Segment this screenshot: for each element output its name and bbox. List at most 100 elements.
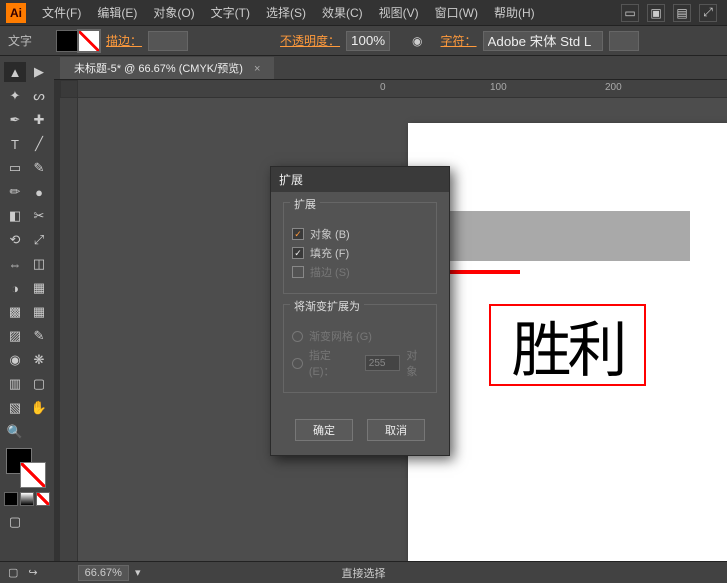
menu-file[interactable]: 文件(F) <box>34 0 89 25</box>
magic-wand-tool[interactable]: ✦ <box>4 86 26 106</box>
screen-mode-icon[interactable]: ▢ <box>4 512 26 532</box>
background-color[interactable] <box>20 462 46 488</box>
ruler-mark: 200 <box>605 82 622 93</box>
draw-behind-icon[interactable] <box>20 492 34 506</box>
workspace-icon-3[interactable]: ▤ <box>673 4 691 22</box>
document-tab[interactable]: 未标题-5* @ 66.67% (CMYK/预览) × <box>60 57 274 79</box>
stroke-swatch[interactable] <box>78 30 100 52</box>
direct-selection-tool[interactable]: ▶ <box>28 62 50 82</box>
zoom-level[interactable]: 66.67% <box>78 565 129 581</box>
dialog-title: 扩展 <box>271 167 449 192</box>
tab-close-icon[interactable]: × <box>254 63 260 75</box>
selection-tool[interactable]: ▲ <box>4 62 26 82</box>
gray-rectangle-object[interactable] <box>430 211 690 261</box>
font-style-input[interactable] <box>609 31 639 51</box>
shape-builder-tool[interactable]: ◑ <box>4 278 26 298</box>
workspace-icon-1[interactable]: ▭ <box>621 4 639 22</box>
specify-count-input: 255 <box>365 355 401 371</box>
font-family-input[interactable] <box>483 31 603 51</box>
checkbox-object[interactable] <box>292 228 304 240</box>
options-bar: 文字 描边： 不透明度： ◉ 字符： <box>0 26 727 56</box>
slice-tool[interactable]: ▧ <box>4 398 26 418</box>
perspective-grid-tool[interactable]: ▩ <box>4 302 26 322</box>
symbol-sprayer-tool[interactable]: ❋ <box>28 350 50 370</box>
menu-help[interactable]: 帮助(H) <box>486 0 543 25</box>
zoom-tool[interactable]: 🔍 <box>4 422 26 442</box>
live-paint-tool[interactable]: ▦ <box>28 278 50 298</box>
menu-edit[interactable]: 编辑(E) <box>89 0 145 25</box>
gradient-tool[interactable]: ▨ <box>4 326 26 346</box>
stroke-weight-input[interactable] <box>148 31 188 51</box>
radio-specify <box>292 358 303 369</box>
menu-text[interactable]: 文字(T) <box>203 0 258 25</box>
stroke-label-link[interactable]: 描边： <box>106 32 142 49</box>
eraser-tool[interactable]: ◧ <box>4 206 26 226</box>
status-bar: ▢ ↪ 66.67% ▾ 直接选择 <box>0 561 727 583</box>
menu-select[interactable]: 选择(S) <box>258 0 314 25</box>
add-anchor-tool[interactable]: ✚ <box>28 110 50 130</box>
line-tool[interactable]: ╱ <box>28 134 50 154</box>
cancel-button[interactable]: 取消 <box>367 419 425 441</box>
opacity-label-link[interactable]: 不透明度： <box>280 32 340 49</box>
blend-tool[interactable]: ◉ <box>4 350 26 370</box>
character-label-link[interactable]: 字符： <box>441 32 477 49</box>
checkbox-stroke-label: 描边 (S) <box>310 264 350 280</box>
paintbrush-tool[interactable]: ✎ <box>28 158 50 178</box>
expand-group: 扩展 对象 (B) 填充 (F) 描边 (S) <box>283 202 437 294</box>
hand-tool[interactable]: ✋ <box>28 398 50 418</box>
scissors-tool[interactable]: ✂ <box>28 206 50 226</box>
ruler-horizontal: 0 100 200 <box>60 80 727 98</box>
workspace-icon-4[interactable]: ⤢ <box>699 4 717 22</box>
artboard-nav-icon[interactable]: ▢ <box>8 566 18 579</box>
mesh-tool[interactable]: ▦ <box>28 302 50 322</box>
checkbox-stroke <box>292 266 304 278</box>
gradient-group: 将渐变扩展为 渐变网格 (G) 指定 (E)： 255 对象 <box>283 304 437 393</box>
blob-brush-tool[interactable]: ● <box>28 182 50 202</box>
artboard-tool[interactable]: ▢ <box>28 374 50 394</box>
scale-tool[interactable]: ⤢ <box>28 230 50 250</box>
pen-tool[interactable]: ✒ <box>4 110 26 130</box>
ok-button[interactable]: 确定 <box>295 419 353 441</box>
gradient-group-label: 将渐变扩展为 <box>290 298 364 314</box>
export-icon[interactable]: ↪ <box>28 566 37 579</box>
menu-bar: Ai 文件(F) 编辑(E) 对象(O) 文字(T) 选择(S) 效果(C) 视… <box>0 0 727 26</box>
free-transform-tool[interactable]: ◫ <box>28 254 50 274</box>
opacity-input[interactable] <box>346 31 390 51</box>
ruler-vertical <box>60 98 78 561</box>
expand-dialog: 扩展 扩展 对象 (B) 填充 (F) 描边 (S) 将渐变扩展为 渐变网格 (… <box>270 166 450 456</box>
app-logo: Ai <box>6 3 26 23</box>
ruler-mark: 0 <box>380 82 386 93</box>
status-tool-hint: 直接选择 <box>342 565 386 581</box>
expand-group-label: 扩展 <box>290 196 320 212</box>
type-tool[interactable]: T <box>4 134 26 154</box>
fill-stroke-swatches[interactable] <box>56 30 100 52</box>
eyedropper-tool[interactable]: ✎ <box>28 326 50 346</box>
checkbox-fill[interactable] <box>292 247 304 259</box>
tool-mode-label: 文字 <box>8 32 32 49</box>
rectangle-tool[interactable]: ▭ <box>4 158 26 178</box>
menu-object[interactable]: 对象(O) <box>145 0 202 25</box>
document-tab-bar: 未标题-5* @ 66.67% (CMYK/预览) × <box>0 56 727 80</box>
workspace-icon-2[interactable]: ▣ <box>647 4 665 22</box>
radio-specify-label-pre: 指定 (E)： <box>309 347 359 379</box>
lasso-tool[interactable]: ᔕ <box>28 86 50 106</box>
text-frame[interactable]: 胜利 <box>490 305 645 385</box>
menu-view[interactable]: 视图(V) <box>371 0 427 25</box>
recolor-icon[interactable]: ◉ <box>412 34 422 48</box>
radio-gradient-mesh <box>292 331 303 342</box>
fill-swatch[interactable] <box>56 30 78 52</box>
width-tool[interactable]: ⇔ <box>4 254 26 274</box>
tool-panel: ▲▶ ✦ᔕ ✒✚ T╱ ▭✎ ✏● ◧✂ ⟲⤢ ⇔◫ ◑▦ ▩▦ ▨✎ ◉❋ ▥… <box>0 56 54 583</box>
draw-inside-icon[interactable] <box>36 492 50 506</box>
menu-effect[interactable]: 效果(C) <box>314 0 371 25</box>
pencil-tool[interactable]: ✏ <box>4 182 26 202</box>
menu-window[interactable]: 窗口(W) <box>427 0 486 25</box>
zoom-dropdown-icon[interactable]: ▾ <box>135 566 141 579</box>
column-graph-tool[interactable]: ▥ <box>4 374 26 394</box>
artboard: 胜利 <box>408 123 727 561</box>
print-tiling-tool[interactable] <box>28 422 50 442</box>
fill-stroke-control[interactable] <box>4 448 50 488</box>
draw-normal-icon[interactable] <box>4 492 18 506</box>
rotate-tool[interactable]: ⟲ <box>4 230 26 250</box>
ruler-origin[interactable] <box>60 80 78 98</box>
